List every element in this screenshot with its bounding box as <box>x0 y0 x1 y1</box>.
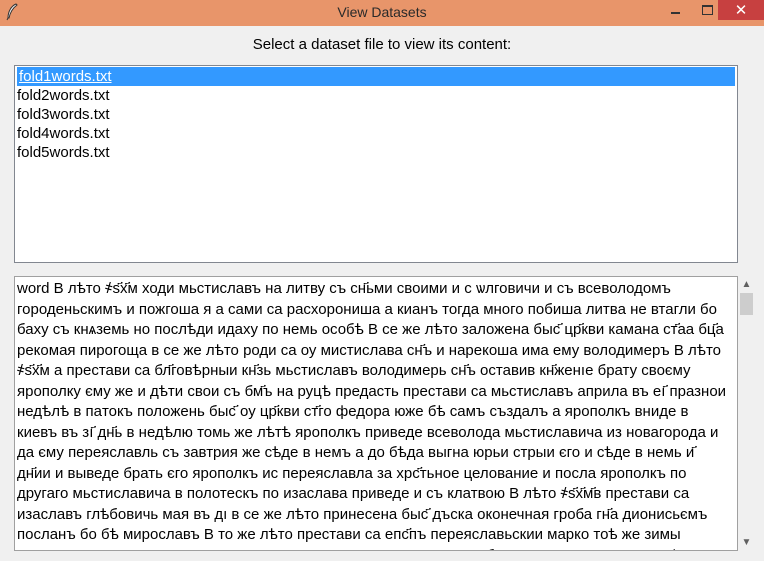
file-list-item[interactable]: fold5words.txt <box>15 143 737 162</box>
file-select-prompt: Select a dataset file to view its conten… <box>252 36 512 53</box>
maximize-button[interactable] <box>694 0 720 20</box>
file-list-item[interactable]: fold2words.txt <box>15 86 737 105</box>
file-list-item[interactable]: fold1words.txt <box>17 67 735 86</box>
chevron-down-icon: ▼ <box>741 537 752 548</box>
file-list-item[interactable]: fold3words.txt <box>15 105 737 124</box>
window-content: Select a dataset file to view its conten… <box>8 26 756 561</box>
minimize-button[interactable] <box>662 0 688 20</box>
content-scrollbar[interactable]: ▲ ▼ <box>738 276 755 551</box>
scroll-up-button[interactable]: ▲ <box>738 276 755 293</box>
maximize-icon <box>701 5 713 15</box>
close-icon: ✕ <box>734 2 748 19</box>
scroll-thumb[interactable] <box>740 293 753 315</box>
title-bar[interactable]: View Datasets ✕ <box>0 0 764 26</box>
file-content-text: word В лѣто ҂ѕ҃х҃м ходи мьстиславъ на ли… <box>17 280 727 550</box>
window-title: View Datasets <box>337 4 427 20</box>
minimize-icon <box>670 12 680 14</box>
file-list-item[interactable]: fold4words.txt <box>15 124 737 143</box>
file-content-text-area[interactable]: word В лѣто ҂ѕ҃х҃м ходи мьстиславъ на ли… <box>14 276 738 551</box>
close-button[interactable]: ✕ <box>718 0 764 20</box>
scroll-down-button[interactable]: ▼ <box>738 534 755 551</box>
chevron-up-icon: ▲ <box>741 279 752 290</box>
dataset-file-list[interactable]: fold1words.txt fold2words.txt fold3words… <box>14 65 738 263</box>
